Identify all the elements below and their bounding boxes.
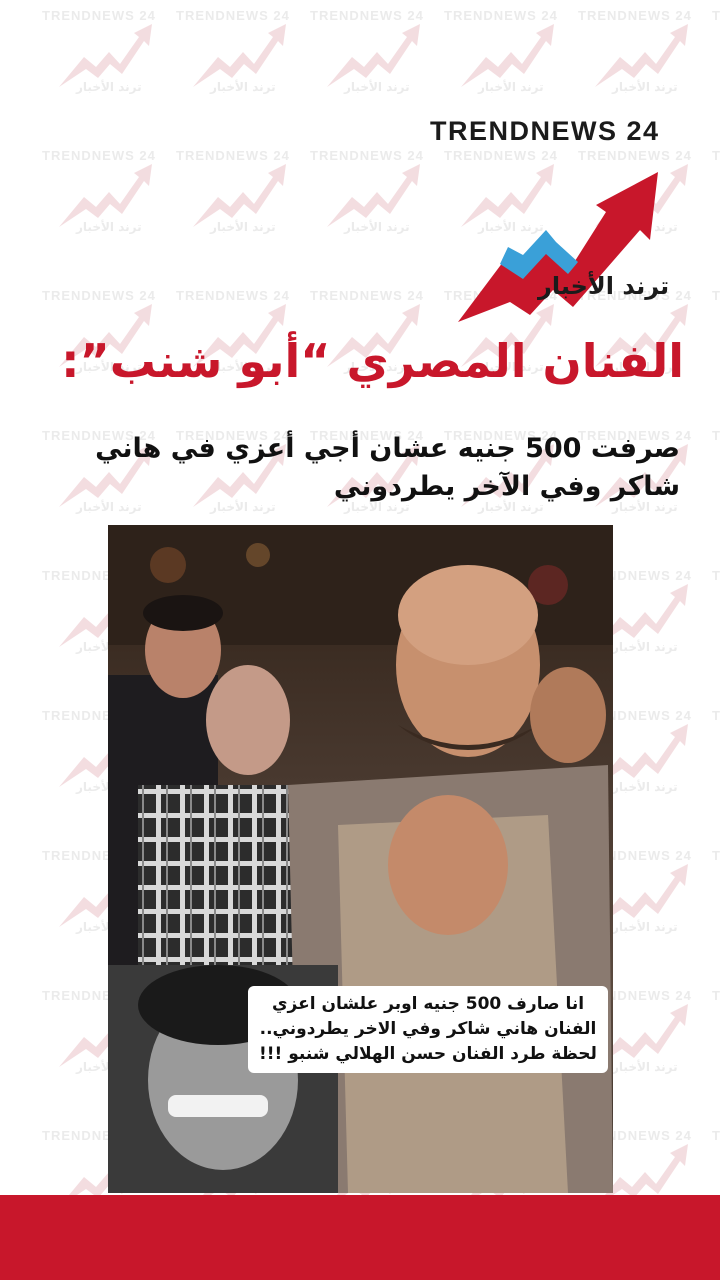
watermark-brand: TRENDNEWS 24 [42,148,156,163]
watermark-brand: TRENDNEWS 24 [712,288,720,303]
watermark-brand-ar: ترند الأخبار [612,780,678,794]
watermark-tile: TRENDNEWS 24ترند الأخبار [706,4,720,144]
watermark-brand-ar: ترند الأخبار [76,220,142,234]
watermark-tile: TRENDNEWS 24 ترند الأخبار [170,144,304,284]
watermark-tile: TRENDNEWS 24ترند الأخبار [706,844,720,984]
watermark-brand: TRENDNEWS 24 [310,8,424,23]
footer-bar [0,1195,720,1280]
headline: الفنان المصري “أبو شنب”: [61,334,684,388]
watermark-brand: TRENDNEWS 24 [712,148,720,163]
watermark-brand-ar: ترند الأخبار [612,80,678,94]
watermark-tile: TRENDNEWS 24ترند الأخبار [706,704,720,844]
watermark-brand: TRENDNEWS 24 [176,8,290,23]
watermark-tile: TRENDNEWS 24ترند الأخبار [706,284,720,424]
watermark-brand-ar: ترند الأخبار [478,80,544,94]
watermark-brand: TRENDNEWS 24 [176,288,290,303]
watermark-brand-ar: ترند الأخبار [344,220,410,234]
watermark-tile: TRENDNEWS 24ترند الأخبار [706,984,720,1124]
crowd-scene-image [108,525,613,1193]
logo-arabic-text: ترند الأخبار [538,272,670,300]
watermark-brand: TRENDNEWS 24 [712,988,720,1003]
watermark-tile: TRENDNEWS 24ترند الأخبار [706,1124,720,1195]
trendnews-logo: TRENDNEWS 24 ترند الأخبار [428,112,670,327]
watermark-tile: TRENDNEWS 24 ترند الأخبار [36,4,170,144]
watermark-brand: TRENDNEWS 24 [712,848,720,863]
watermark-brand: TRENDNEWS 24 [578,8,692,23]
watermark-brand: TRENDNEWS 24 [712,568,720,583]
watermark-brand-ar: ترند الأخبار [344,80,410,94]
news-photo: انا صارف 500 جنيه اوبر علشان اعزي الفنان… [108,525,613,1193]
watermark-brand: TRENDNEWS 24 [310,288,424,303]
watermark-tile: TRENDNEWS 24ترند الأخبار [706,564,720,704]
watermark-brand-ar: ترند الأخبار [612,640,678,654]
logo-brand-text: TRENDNEWS 24 [430,116,660,146]
watermark-brand-ar: ترند الأخبار [210,80,276,94]
watermark-brand: TRENDNEWS 24 [176,148,290,163]
watermark-brand-ar: ترند الأخبار [76,80,142,94]
subheadline: صرفت 500 جنيه عشان أجي أعزي في هاني شاكر… [95,433,680,502]
watermark-tile: TRENDNEWS 24ترند الأخبار [706,144,720,284]
watermark-brand: TRENDNEWS 24 [712,8,720,23]
watermark-brand: TRENDNEWS 24 [42,8,156,23]
photo-caption: انا صارف 500 جنيه اوبر علشان اعزي الفنان… [248,986,608,1073]
watermark-brand: TRENDNEWS 24 [310,148,424,163]
watermark-brand-ar: ترند الأخبار [210,220,276,234]
watermark-brand: TRENDNEWS 24 [712,708,720,723]
watermark-brand: TRENDNEWS 24 [712,428,720,443]
watermark-brand-ar: ترند الأخبار [612,1060,678,1074]
watermark-brand: TRENDNEWS 24 [42,288,156,303]
watermark-tile: TRENDNEWS 24 ترند الأخبار [170,4,304,144]
watermark-brand: TRENDNEWS 24 [712,1128,720,1143]
watermark-brand: TRENDNEWS 24 [444,8,558,23]
watermark-brand-ar: ترند الأخبار [612,920,678,934]
watermark-tile: TRENDNEWS 24 ترند الأخبار [304,4,438,144]
watermark-tile: TRENDNEWS 24 ترند الأخبار [304,144,438,284]
watermark-tile: TRENDNEWS 24 ترند الأخبار [36,144,170,284]
watermark-tile: TRENDNEWS 24ترند الأخبار [706,424,720,564]
